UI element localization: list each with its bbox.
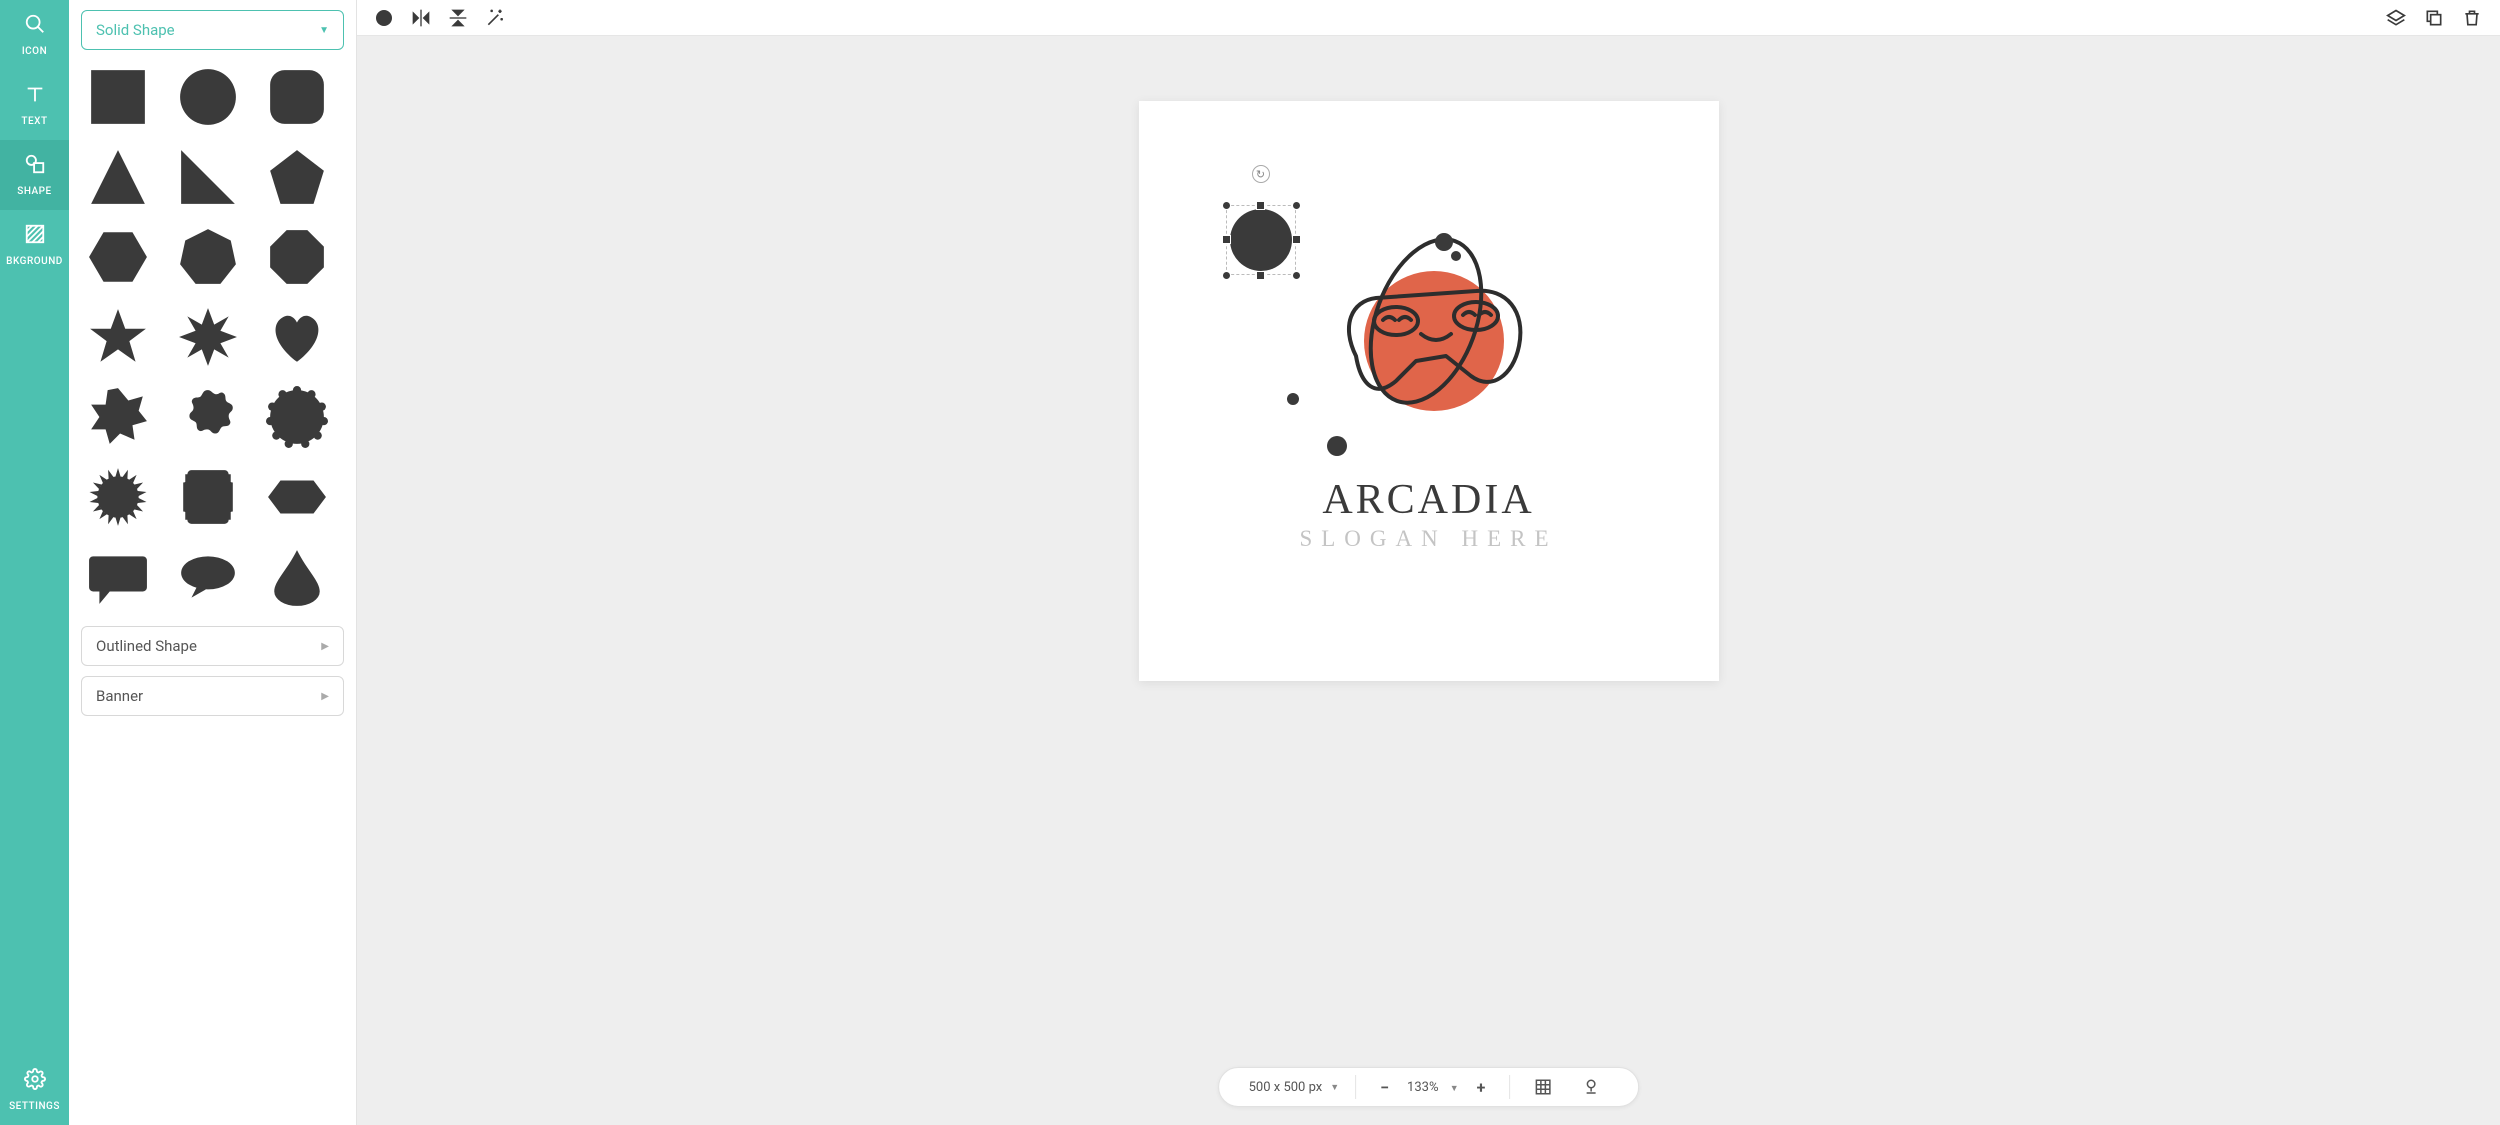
zoom-level-label: 133% bbox=[1407, 1080, 1438, 1095]
logo-title[interactable]: ARCADIA bbox=[1322, 476, 1534, 524]
topbar bbox=[357, 0, 2500, 36]
layers-icon[interactable] bbox=[2386, 8, 2406, 28]
text-icon bbox=[24, 83, 46, 110]
chevron-down-icon: ▼ bbox=[1450, 1084, 1459, 1094]
artboard[interactable]: ARCADIA SLOGAN HERE ↻ bbox=[1139, 101, 1719, 681]
duplicate-icon[interactable] bbox=[2424, 8, 2444, 28]
canvas-size-label: 500 x 500 px bbox=[1249, 1080, 1323, 1095]
selection-handle[interactable] bbox=[1222, 201, 1231, 210]
gear-icon bbox=[24, 1068, 46, 1095]
solid-shape-dropdown[interactable]: Solid Shape ▼ bbox=[81, 10, 344, 50]
divider bbox=[1355, 1075, 1356, 1099]
shape-icon bbox=[24, 153, 46, 180]
selection-handle[interactable] bbox=[1292, 235, 1301, 244]
grid-toggle-icon[interactable] bbox=[1526, 1078, 1560, 1096]
shape-heptagon[interactable] bbox=[177, 226, 239, 288]
logo-dot[interactable] bbox=[1435, 233, 1453, 251]
effects-icon[interactable] bbox=[485, 8, 505, 28]
shape-hexagon[interactable] bbox=[87, 226, 149, 288]
chevron-right-icon: ▶ bbox=[321, 641, 329, 652]
nav-icon-tab[interactable]: ICON bbox=[0, 0, 69, 70]
zoom-level-dropdown[interactable]: 133% ▼ bbox=[1407, 1080, 1459, 1095]
selection-handle[interactable] bbox=[1222, 235, 1231, 244]
canvas-area: ARCADIA SLOGAN HERE ↻ 500 x 500 px ▼ bbox=[357, 0, 2500, 1125]
shape-scallop-12[interactable] bbox=[177, 386, 239, 448]
flip-horizontal-icon[interactable] bbox=[411, 9, 431, 27]
shape-hexagon-wide[interactable] bbox=[266, 466, 328, 528]
shape-speech-rect[interactable] bbox=[87, 546, 149, 608]
shape-octagon[interactable] bbox=[266, 226, 328, 288]
shape-right-triangle[interactable] bbox=[177, 146, 239, 208]
shape-triangle[interactable] bbox=[87, 146, 149, 208]
shape-heart[interactable] bbox=[266, 306, 328, 368]
nav-settings-tab[interactable]: SETTINGS bbox=[0, 1055, 69, 1125]
left-nav: ICON TEXT SHAPE BKGROUND SETTINGS bbox=[0, 0, 69, 1125]
banner-dropdown[interactable]: Banner ▶ bbox=[81, 676, 344, 716]
flip-vertical-icon[interactable] bbox=[449, 8, 467, 28]
zoom-out-button[interactable]: − bbox=[1372, 1078, 1397, 1097]
dropdown-label: Banner bbox=[96, 687, 143, 705]
shape-star-5[interactable] bbox=[87, 306, 149, 368]
nav-label: TEXT bbox=[21, 116, 47, 127]
shape-speech-oval[interactable] bbox=[177, 546, 239, 608]
canvas-size-dropdown[interactable]: 500 x 500 px ▼ bbox=[1235, 1068, 1354, 1106]
selection-handle[interactable] bbox=[1292, 271, 1301, 280]
selection-handle[interactable] bbox=[1256, 271, 1265, 280]
shape-star-8[interactable] bbox=[177, 306, 239, 368]
outlined-shape-dropdown[interactable]: Outlined Shape ▶ bbox=[81, 626, 344, 666]
chevron-down-icon: ▼ bbox=[319, 25, 329, 36]
dropdown-label: Solid Shape bbox=[96, 21, 175, 39]
selected-circle-shape[interactable] bbox=[1230, 209, 1292, 271]
shape-stamp-frame[interactable] bbox=[177, 466, 239, 528]
logo-controller-art[interactable] bbox=[1321, 226, 1551, 416]
rotate-handle-icon[interactable]: ↻ bbox=[1252, 165, 1270, 183]
nav-text-tab[interactable]: TEXT bbox=[0, 70, 69, 140]
logo-dot[interactable] bbox=[1327, 436, 1347, 456]
nav-label: BKGROUND bbox=[6, 256, 63, 267]
shape-rounded-square[interactable] bbox=[266, 66, 328, 128]
nav-background-tab[interactable]: BKGROUND bbox=[0, 210, 69, 280]
shape-seal-burst[interactable] bbox=[87, 466, 149, 528]
baseline-toggle-icon[interactable] bbox=[1574, 1078, 1608, 1096]
nav-label: SHAPE bbox=[17, 186, 51, 197]
shape-circle[interactable] bbox=[177, 66, 239, 128]
canvas-scroll[interactable]: ARCADIA SLOGAN HERE ↻ bbox=[357, 36, 2500, 1125]
search-icon bbox=[24, 13, 46, 40]
divider bbox=[1509, 1075, 1510, 1099]
chevron-down-icon: ▼ bbox=[1330, 1082, 1339, 1093]
shape-pentagon[interactable] bbox=[266, 146, 328, 208]
shape-square[interactable] bbox=[87, 66, 149, 128]
fill-color-swatch[interactable] bbox=[375, 9, 393, 27]
background-icon bbox=[24, 223, 46, 250]
selected-shape[interactable]: ↻ bbox=[1214, 193, 1308, 287]
bottom-toolbar: 500 x 500 px ▼ − 133% ▼ + bbox=[1218, 1067, 1640, 1107]
selection-handle[interactable] bbox=[1292, 201, 1301, 210]
nav-label: ICON bbox=[22, 46, 47, 57]
logo-dot[interactable] bbox=[1451, 251, 1461, 261]
shape-scallop-20[interactable] bbox=[266, 386, 328, 448]
shapes-grid bbox=[87, 66, 338, 608]
logo-dot[interactable] bbox=[1287, 393, 1299, 405]
logo-subtitle[interactable]: SLOGAN HERE bbox=[1299, 526, 1557, 552]
shape-burst-8[interactable] bbox=[87, 386, 149, 448]
selection-handle[interactable] bbox=[1256, 201, 1265, 210]
shape-drop[interactable] bbox=[266, 546, 328, 608]
dropdown-label: Outlined Shape bbox=[96, 637, 197, 655]
shapes-panel: Solid Shape ▼ Outlined Shape ▶ bbox=[69, 0, 357, 1125]
nav-shape-tab[interactable]: SHAPE bbox=[0, 140, 69, 210]
trash-icon[interactable] bbox=[2462, 8, 2482, 28]
nav-label: SETTINGS bbox=[9, 1101, 60, 1112]
zoom-in-button[interactable]: + bbox=[1469, 1078, 1494, 1097]
selection-handle[interactable] bbox=[1222, 271, 1231, 280]
chevron-right-icon: ▶ bbox=[321, 691, 329, 702]
